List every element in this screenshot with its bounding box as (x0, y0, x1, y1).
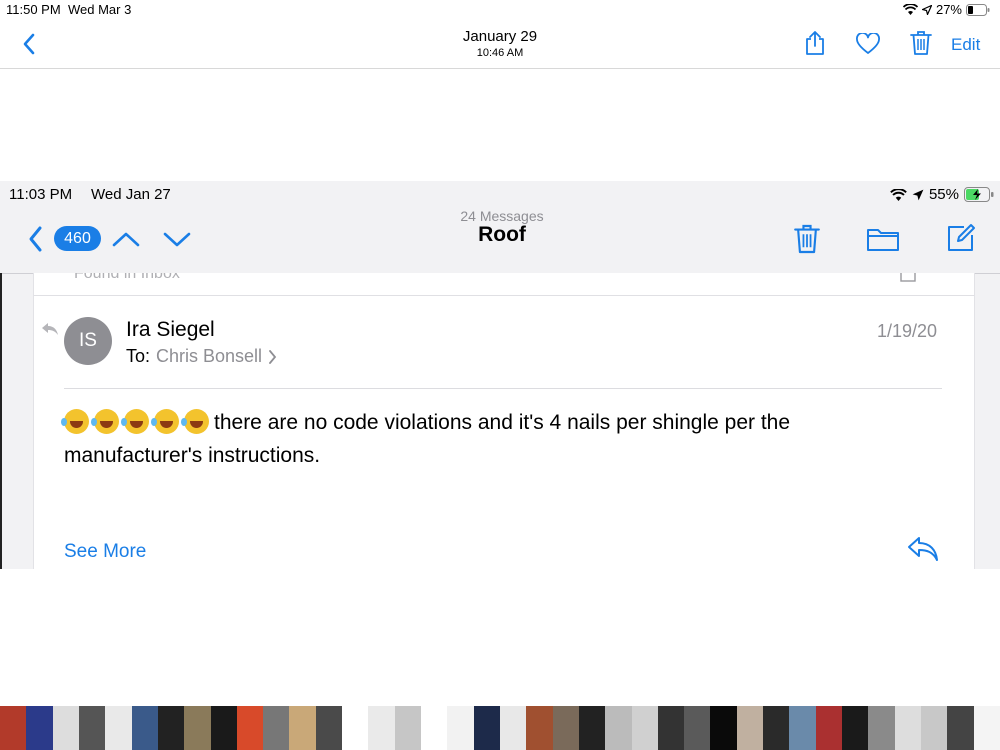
heart-icon[interactable] (856, 33, 880, 55)
photo-thumbnail[interactable] (894, 706, 921, 750)
inner-status-date: Wed Jan 27 (91, 186, 171, 203)
outer-status-bar: 11:50 PM Wed Mar 3 27% (0, 0, 1000, 20)
header-divider (64, 388, 942, 389)
inner-battery-charging-icon (964, 187, 994, 202)
wifi-icon (902, 4, 918, 15)
body-text-1: there are no code violations and it's 4 … (214, 411, 791, 434)
rofl-emoji (61, 409, 89, 434)
photo-thumbnail[interactable] (368, 706, 395, 750)
found-in-inbox-label: Found in Inbox (74, 273, 180, 282)
photo-thumbnail[interactable] (605, 706, 632, 750)
photo-thumbnail[interactable] (789, 706, 816, 750)
inner-location-icon (912, 189, 924, 200)
photo-thumbnail[interactable] (52, 706, 79, 750)
folder-icon[interactable] (866, 226, 900, 252)
replied-indicator-icon (42, 323, 58, 335)
photo-thumbnail[interactable] (315, 706, 343, 750)
chevron-right-icon (269, 349, 277, 364)
photo-thumbnail[interactable] (657, 706, 685, 750)
compose-icon[interactable] (946, 223, 976, 253)
photo-thumbnail[interactable] (684, 706, 711, 750)
photo-thumbnail[interactable] (947, 706, 974, 750)
photo-thumbnail[interactable] (552, 706, 579, 750)
inner-trash-icon[interactable] (794, 223, 820, 255)
photo-thumbnail[interactable] (289, 706, 316, 750)
rofl-emoji (121, 409, 149, 434)
inner-status-right: 55% (890, 186, 994, 203)
photo-thumbnail[interactable] (631, 706, 658, 750)
status-date: Wed Mar 3 (68, 2, 132, 17)
found-in-inbox-row: Found in Inbox (33, 273, 975, 296)
outer-nav-bar: January 29 10:46 AM Edit (0, 20, 1000, 69)
photo-thumbnail[interactable] (78, 706, 106, 750)
rofl-emoji (91, 409, 119, 434)
battery-percent: 27% (935, 2, 962, 17)
photo-thumbnail[interactable] (842, 706, 869, 750)
see-more-link[interactable]: See More (64, 541, 146, 563)
inner-status-time: 11:03 PM (9, 186, 73, 203)
nav-date-title: January 29 (462, 28, 538, 45)
photo-thumbnail[interactable] (26, 706, 53, 750)
photo-thumbnail[interactable] (342, 706, 369, 750)
thumbnail-strip (0, 706, 1000, 750)
battery-icon (966, 3, 990, 16)
thread-title: Roof (478, 223, 526, 246)
recipient-name[interactable]: Chris Bonsell (156, 346, 262, 367)
photo-thumbnail[interactable] (236, 706, 264, 750)
sender-name[interactable]: Ira Siegel (126, 318, 215, 342)
email-date: 1/19/20 (877, 321, 938, 341)
photo-thumbnail[interactable] (131, 706, 158, 750)
trash-icon[interactable] (910, 30, 932, 56)
body-text-2: manufacturer's instructions. (64, 444, 321, 467)
embedded-screenshot: 11:03 PM Wed Jan 27 55% 460 24 Messages … (0, 181, 1000, 569)
photo-thumbnail[interactable] (526, 706, 553, 750)
photo-thumbnail[interactable] (421, 706, 448, 750)
collapse-icon[interactable] (900, 273, 916, 283)
left-border-line (0, 273, 2, 569)
status-time: 11:50 PM (6, 2, 61, 17)
photo-thumbnail[interactable] (447, 706, 474, 750)
photo-thumbnail[interactable] (920, 706, 948, 750)
photo-thumbnail[interactable] (263, 706, 290, 750)
edit-button[interactable]: Edit (951, 35, 980, 55)
to-label: To: (126, 346, 151, 366)
body-line-1: there are no code violations and it's 4 … (61, 406, 944, 439)
photo-thumbnail[interactable] (815, 706, 842, 750)
rofl-emoji (181, 409, 209, 434)
nav-time-subtitle: 10:46 AM (476, 47, 524, 59)
reply-icon[interactable] (907, 536, 939, 562)
recipient-row[interactable]: To: Chris Bonsell (126, 346, 277, 367)
inner-header: 11:03 PM Wed Jan 27 55% 460 24 Messages … (0, 181, 1000, 274)
inner-battery-percent: 55% (928, 186, 959, 203)
photo-thumbnail[interactable] (473, 706, 500, 750)
photo-thumbnail[interactable] (184, 706, 211, 750)
photo-thumbnail[interactable] (157, 706, 185, 750)
photo-thumbnail[interactable] (868, 706, 895, 750)
photo-thumbnail[interactable] (394, 706, 421, 750)
photo-thumbnail[interactable] (0, 706, 27, 750)
photo-thumbnail[interactable] (736, 706, 764, 750)
rofl-emoji (151, 409, 179, 434)
photo-thumbnail[interactable] (973, 706, 1000, 750)
photo-thumbnail[interactable] (578, 706, 606, 750)
photo-thumbnail[interactable] (210, 706, 237, 750)
message-count: 24 Messages (460, 208, 544, 224)
photo-thumbnail[interactable] (710, 706, 737, 750)
email-card: IS Ira Siegel To: Chris Bonsell 1/19/20 … (33, 296, 975, 569)
email-body: there are no code violations and it's 4 … (61, 406, 944, 472)
photo-thumbnail[interactable] (763, 706, 790, 750)
share-icon[interactable] (804, 30, 826, 56)
status-right: 27% (902, 2, 990, 17)
location-arrow-icon (921, 4, 932, 15)
avatar[interactable]: IS (64, 317, 112, 365)
photo-thumbnail[interactable] (499, 706, 527, 750)
photo-thumbnail[interactable] (105, 706, 132, 750)
inner-wifi-icon (890, 188, 907, 201)
